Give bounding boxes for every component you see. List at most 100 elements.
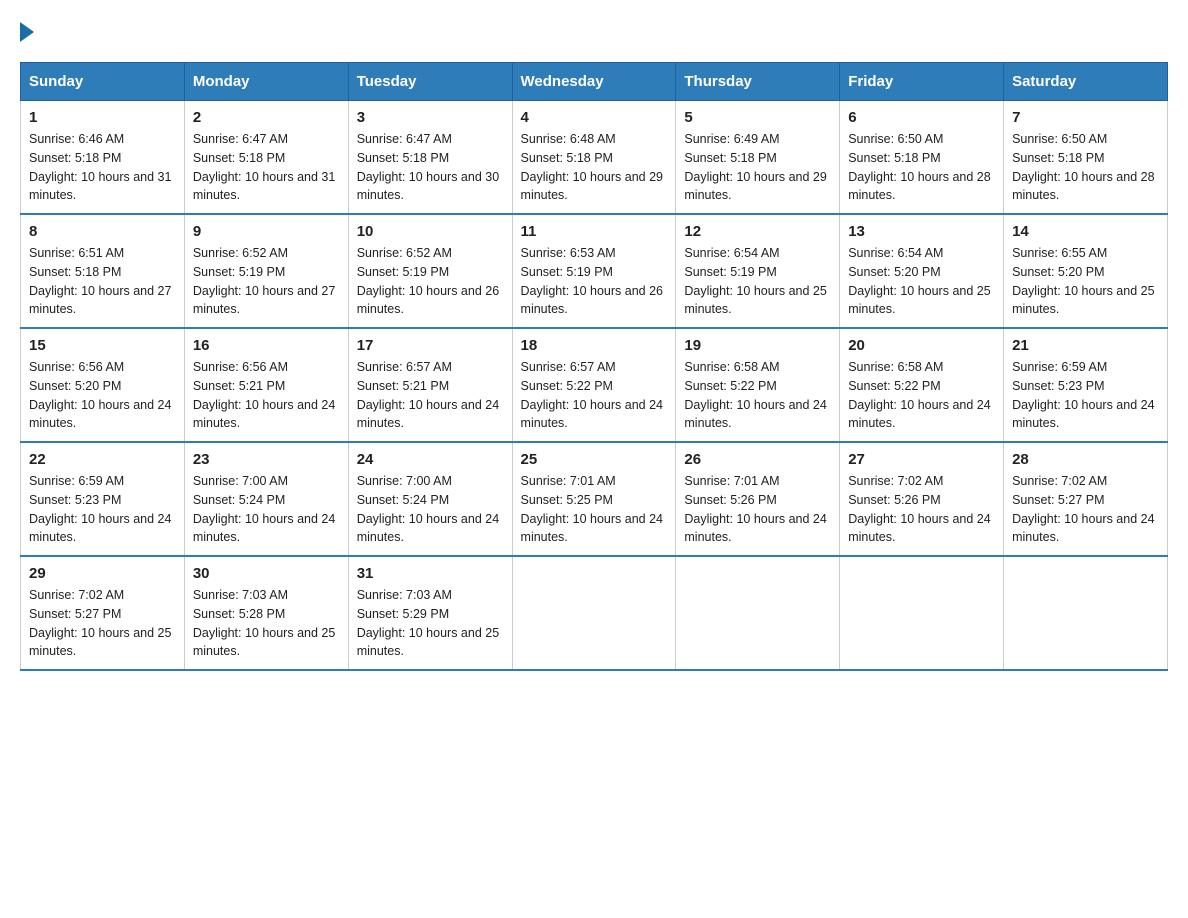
day-number: 14 [1012, 223, 1159, 240]
day-info: Sunrise: 6:56 AM Sunset: 5:20 PM Dayligh… [29, 358, 176, 433]
week-row-3: 15 Sunrise: 6:56 AM Sunset: 5:20 PM Dayl… [21, 328, 1168, 442]
day-info: Sunrise: 7:01 AM Sunset: 5:25 PM Dayligh… [521, 472, 668, 547]
day-number: 10 [357, 223, 504, 240]
day-cell: 11 Sunrise: 6:53 AM Sunset: 5:19 PM Dayl… [512, 214, 676, 328]
day-number: 28 [1012, 451, 1159, 468]
day-info: Sunrise: 6:59 AM Sunset: 5:23 PM Dayligh… [1012, 358, 1159, 433]
day-number: 25 [521, 451, 668, 468]
day-number: 12 [684, 223, 831, 240]
day-number: 23 [193, 451, 340, 468]
day-cell: 25 Sunrise: 7:01 AM Sunset: 5:25 PM Dayl… [512, 442, 676, 556]
day-cell: 23 Sunrise: 7:00 AM Sunset: 5:24 PM Dayl… [184, 442, 348, 556]
day-info: Sunrise: 6:51 AM Sunset: 5:18 PM Dayligh… [29, 244, 176, 319]
day-cell: 12 Sunrise: 6:54 AM Sunset: 5:19 PM Dayl… [676, 214, 840, 328]
day-number: 7 [1012, 109, 1159, 126]
header-day-tuesday: Tuesday [348, 63, 512, 101]
day-number: 24 [357, 451, 504, 468]
day-cell [840, 556, 1004, 670]
day-info: Sunrise: 6:54 AM Sunset: 5:19 PM Dayligh… [684, 244, 831, 319]
day-info: Sunrise: 6:57 AM Sunset: 5:22 PM Dayligh… [521, 358, 668, 433]
day-number: 18 [521, 337, 668, 354]
day-info: Sunrise: 7:00 AM Sunset: 5:24 PM Dayligh… [193, 472, 340, 547]
day-cell: 21 Sunrise: 6:59 AM Sunset: 5:23 PM Dayl… [1004, 328, 1168, 442]
day-info: Sunrise: 6:47 AM Sunset: 5:18 PM Dayligh… [193, 130, 340, 205]
week-row-5: 29 Sunrise: 7:02 AM Sunset: 5:27 PM Dayl… [21, 556, 1168, 670]
day-number: 20 [848, 337, 995, 354]
day-number: 5 [684, 109, 831, 126]
day-cell [676, 556, 840, 670]
day-info: Sunrise: 6:48 AM Sunset: 5:18 PM Dayligh… [521, 130, 668, 205]
day-info: Sunrise: 6:50 AM Sunset: 5:18 PM Dayligh… [1012, 130, 1159, 205]
day-info: Sunrise: 6:58 AM Sunset: 5:22 PM Dayligh… [684, 358, 831, 433]
header-day-sunday: Sunday [21, 63, 185, 101]
day-number: 13 [848, 223, 995, 240]
day-number: 6 [848, 109, 995, 126]
day-cell: 19 Sunrise: 6:58 AM Sunset: 5:22 PM Dayl… [676, 328, 840, 442]
day-info: Sunrise: 6:58 AM Sunset: 5:22 PM Dayligh… [848, 358, 995, 433]
day-cell: 8 Sunrise: 6:51 AM Sunset: 5:18 PM Dayli… [21, 214, 185, 328]
day-cell: 6 Sunrise: 6:50 AM Sunset: 5:18 PM Dayli… [840, 101, 1004, 215]
day-number: 27 [848, 451, 995, 468]
day-cell: 18 Sunrise: 6:57 AM Sunset: 5:22 PM Dayl… [512, 328, 676, 442]
day-info: Sunrise: 6:46 AM Sunset: 5:18 PM Dayligh… [29, 130, 176, 205]
day-info: Sunrise: 6:52 AM Sunset: 5:19 PM Dayligh… [357, 244, 504, 319]
day-cell: 28 Sunrise: 7:02 AM Sunset: 5:27 PM Dayl… [1004, 442, 1168, 556]
week-row-4: 22 Sunrise: 6:59 AM Sunset: 5:23 PM Dayl… [21, 442, 1168, 556]
week-row-1: 1 Sunrise: 6:46 AM Sunset: 5:18 PM Dayli… [21, 101, 1168, 215]
day-info: Sunrise: 6:49 AM Sunset: 5:18 PM Dayligh… [684, 130, 831, 205]
day-cell: 31 Sunrise: 7:03 AM Sunset: 5:29 PM Dayl… [348, 556, 512, 670]
day-info: Sunrise: 7:03 AM Sunset: 5:28 PM Dayligh… [193, 586, 340, 661]
day-cell: 14 Sunrise: 6:55 AM Sunset: 5:20 PM Dayl… [1004, 214, 1168, 328]
day-info: Sunrise: 7:02 AM Sunset: 5:27 PM Dayligh… [29, 586, 176, 661]
header-row: SundayMondayTuesdayWednesdayThursdayFrid… [21, 63, 1168, 101]
day-cell: 20 Sunrise: 6:58 AM Sunset: 5:22 PM Dayl… [840, 328, 1004, 442]
day-number: 2 [193, 109, 340, 126]
day-cell: 30 Sunrise: 7:03 AM Sunset: 5:28 PM Dayl… [184, 556, 348, 670]
day-number: 19 [684, 337, 831, 354]
day-cell: 29 Sunrise: 7:02 AM Sunset: 5:27 PM Dayl… [21, 556, 185, 670]
header-day-saturday: Saturday [1004, 63, 1168, 101]
week-row-2: 8 Sunrise: 6:51 AM Sunset: 5:18 PM Dayli… [21, 214, 1168, 328]
day-cell: 17 Sunrise: 6:57 AM Sunset: 5:21 PM Dayl… [348, 328, 512, 442]
day-cell: 2 Sunrise: 6:47 AM Sunset: 5:18 PM Dayli… [184, 101, 348, 215]
day-number: 1 [29, 109, 176, 126]
day-info: Sunrise: 7:02 AM Sunset: 5:27 PM Dayligh… [1012, 472, 1159, 547]
day-number: 30 [193, 565, 340, 582]
day-info: Sunrise: 7:01 AM Sunset: 5:26 PM Dayligh… [684, 472, 831, 547]
day-info: Sunrise: 6:53 AM Sunset: 5:19 PM Dayligh… [521, 244, 668, 319]
day-cell: 5 Sunrise: 6:49 AM Sunset: 5:18 PM Dayli… [676, 101, 840, 215]
logo [20, 20, 34, 42]
day-cell: 13 Sunrise: 6:54 AM Sunset: 5:20 PM Dayl… [840, 214, 1004, 328]
day-cell: 4 Sunrise: 6:48 AM Sunset: 5:18 PM Dayli… [512, 101, 676, 215]
day-cell: 9 Sunrise: 6:52 AM Sunset: 5:19 PM Dayli… [184, 214, 348, 328]
day-cell: 16 Sunrise: 6:56 AM Sunset: 5:21 PM Dayl… [184, 328, 348, 442]
day-number: 22 [29, 451, 176, 468]
day-info: Sunrise: 7:00 AM Sunset: 5:24 PM Dayligh… [357, 472, 504, 547]
day-info: Sunrise: 7:03 AM Sunset: 5:29 PM Dayligh… [357, 586, 504, 661]
day-number: 29 [29, 565, 176, 582]
day-info: Sunrise: 6:55 AM Sunset: 5:20 PM Dayligh… [1012, 244, 1159, 319]
day-cell: 1 Sunrise: 6:46 AM Sunset: 5:18 PM Dayli… [21, 101, 185, 215]
day-cell: 10 Sunrise: 6:52 AM Sunset: 5:19 PM Dayl… [348, 214, 512, 328]
day-number: 31 [357, 565, 504, 582]
logo-arrow-icon [20, 22, 34, 42]
page-header [20, 20, 1168, 42]
calendar-table: SundayMondayTuesdayWednesdayThursdayFrid… [20, 62, 1168, 671]
day-number: 4 [521, 109, 668, 126]
day-number: 8 [29, 223, 176, 240]
day-cell [1004, 556, 1168, 670]
day-number: 26 [684, 451, 831, 468]
day-info: Sunrise: 6:50 AM Sunset: 5:18 PM Dayligh… [848, 130, 995, 205]
day-cell [512, 556, 676, 670]
day-cell: 27 Sunrise: 7:02 AM Sunset: 5:26 PM Dayl… [840, 442, 1004, 556]
day-number: 21 [1012, 337, 1159, 354]
day-number: 3 [357, 109, 504, 126]
day-cell: 26 Sunrise: 7:01 AM Sunset: 5:26 PM Dayl… [676, 442, 840, 556]
header-day-wednesday: Wednesday [512, 63, 676, 101]
day-number: 9 [193, 223, 340, 240]
day-cell: 24 Sunrise: 7:00 AM Sunset: 5:24 PM Dayl… [348, 442, 512, 556]
day-info: Sunrise: 6:57 AM Sunset: 5:21 PM Dayligh… [357, 358, 504, 433]
day-info: Sunrise: 6:47 AM Sunset: 5:18 PM Dayligh… [357, 130, 504, 205]
header-day-thursday: Thursday [676, 63, 840, 101]
day-info: Sunrise: 6:54 AM Sunset: 5:20 PM Dayligh… [848, 244, 995, 319]
